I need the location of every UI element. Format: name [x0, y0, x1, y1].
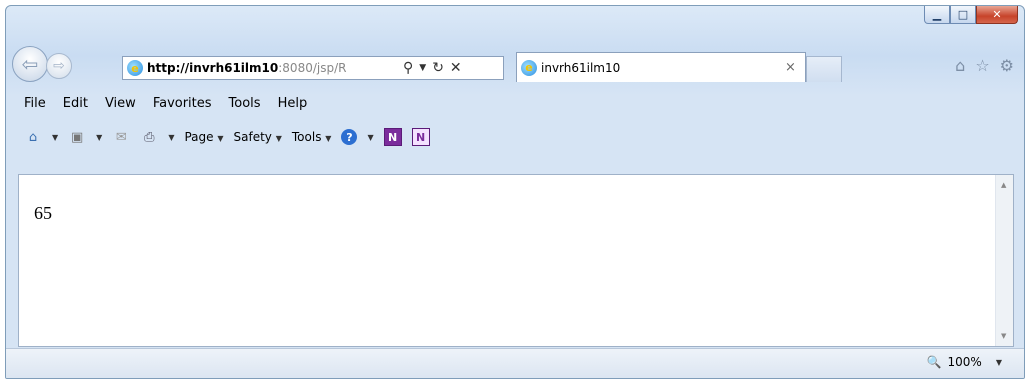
- safety-menu[interactable]: Safety ▼: [234, 130, 282, 144]
- menu-edit[interactable]: Edit: [63, 96, 88, 111]
- menu-favorites[interactable]: Favorites: [153, 96, 212, 111]
- feeds-icon[interactable]: ▣: [68, 129, 86, 145]
- forward-button[interactable]: ⇨: [46, 53, 72, 79]
- address-bar[interactable]: e http://invrh61ilm10:8080/jsp/R ⚲ ▼ ↻ ✕: [122, 56, 504, 80]
- command-bar: ⌂ ▼ ▣ ▼ ✉ ⎙ ▼ Page ▼ Safety ▼ Tools ▼ ? ▼ N …: [24, 128, 430, 146]
- zoom-control[interactable]: 🔍 100% ▼: [927, 355, 1002, 369]
- page-content: 65 ▲ ▼: [18, 174, 1014, 347]
- page-menu[interactable]: Page ▼: [184, 130, 223, 144]
- page-text: 65: [34, 203, 52, 223]
- url-host: http://invrh61ilm10: [147, 61, 279, 75]
- print-dropdown-icon[interactable]: ▼: [168, 133, 174, 142]
- maximize-button[interactable]: □: [950, 6, 976, 24]
- navigation-row: ⇦ ⇨ e http://invrh61ilm10:8080/jsp/R ⚲ ▼…: [12, 44, 1020, 84]
- tools-menu[interactable]: Tools ▼: [292, 130, 332, 144]
- help-dropdown-icon[interactable]: ▼: [367, 133, 373, 142]
- ie-page-icon: e: [127, 60, 143, 76]
- page-dropdown-icon: ▼: [217, 134, 224, 143]
- url-path: :8080/jsp/R: [278, 61, 347, 75]
- onenote-icon[interactable]: N: [383, 128, 402, 146]
- stop-icon[interactable]: ✕: [450, 60, 462, 76]
- zoom-dropdown-icon[interactable]: ▼: [996, 358, 1002, 367]
- favorites-star-icon[interactable]: ☆: [975, 56, 989, 75]
- browser-tab[interactable]: e invrh61ilm10 ×: [516, 52, 806, 82]
- caption-buttons: ▁ □ ✕: [924, 6, 1018, 24]
- menu-bar: File Edit View Favorites Tools Help: [24, 96, 307, 111]
- zoom-icon: 🔍: [926, 355, 942, 369]
- tools-dropdown-icon: ▼: [325, 134, 332, 143]
- tab-title: invrh61ilm10: [541, 60, 621, 75]
- mail-icon[interactable]: ✉: [112, 129, 130, 145]
- browser-window: ▁ □ ✕ ⇦ ⇨ e http://invrh61ilm10:8080/jsp…: [5, 5, 1025, 379]
- print-icon[interactable]: ⎙: [140, 129, 158, 145]
- zoom-level: 100%: [947, 355, 982, 369]
- safety-menu-label: Safety: [233, 130, 272, 144]
- menu-help[interactable]: Help: [278, 96, 308, 111]
- menu-tools[interactable]: Tools: [229, 96, 261, 111]
- settings-gear-icon[interactable]: ⚙: [1000, 56, 1014, 75]
- status-bar: 🔍 100% ▼: [6, 348, 1024, 378]
- back-arrow-icon: ⇦: [21, 52, 39, 76]
- menu-file[interactable]: File: [24, 96, 46, 111]
- close-button[interactable]: ✕: [976, 6, 1018, 24]
- minimize-button[interactable]: ▁: [924, 6, 950, 24]
- scroll-up-icon[interactable]: ▲: [1001, 181, 1006, 189]
- home-icon[interactable]: ⌂: [24, 129, 42, 145]
- page-menu-label: Page: [184, 130, 214, 144]
- home-dropdown-icon[interactable]: ▼: [52, 133, 58, 142]
- home-icon[interactable]: ⌂: [955, 56, 965, 75]
- forward-arrow-icon: ⇨: [53, 58, 65, 74]
- new-tab-button[interactable]: [806, 56, 842, 82]
- safety-dropdown-icon: ▼: [275, 134, 282, 143]
- back-button[interactable]: ⇦: [12, 46, 48, 82]
- right-toolbar: ⌂ ☆ ⚙: [955, 56, 1014, 75]
- menu-view[interactable]: View: [105, 96, 136, 111]
- search-icon[interactable]: ⚲: [403, 60, 413, 76]
- tools-menu-label: Tools: [291, 130, 322, 144]
- onenote-linked-icon[interactable]: N: [411, 128, 430, 146]
- scroll-down-icon[interactable]: ▼: [1001, 332, 1006, 340]
- refresh-icon[interactable]: ↻: [432, 60, 444, 76]
- tab-close-icon[interactable]: ×: [785, 60, 805, 75]
- help-icon[interactable]: ?: [341, 129, 358, 145]
- feeds-dropdown-icon[interactable]: ▼: [96, 133, 102, 142]
- vertical-scrollbar[interactable]: ▲ ▼: [995, 175, 1013, 346]
- address-url[interactable]: http://invrh61ilm10:8080/jsp/R: [147, 61, 397, 75]
- dropdown-arrow-icon[interactable]: ▼: [419, 60, 426, 76]
- tab-ie-icon: e: [521, 59, 537, 76]
